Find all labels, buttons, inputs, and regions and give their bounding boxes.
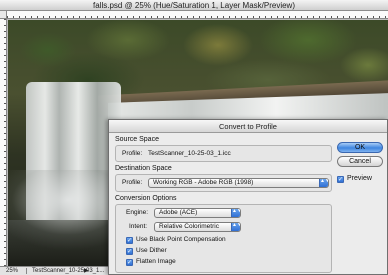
- popup-arrows-icon: ▲▼: [319, 179, 328, 187]
- zoom-level[interactable]: 25%: [6, 267, 18, 275]
- engine-value: Adobe (ACE): [159, 209, 198, 216]
- use-dither-label: Use Dither: [136, 247, 167, 254]
- destination-space-heading: Destination Space: [115, 165, 172, 172]
- black-point-compensation-label: Use Black Point Compensation: [136, 236, 226, 243]
- popup-arrows-icon: ▲▼: [231, 209, 240, 217]
- source-space-group: Profile: TestScanner_10-25-03_1.icc: [115, 145, 332, 162]
- flatten-image-checkbox[interactable]: ✓ Flatten Image: [126, 258, 176, 266]
- dialog-titlebar[interactable]: Convert to Profile: [109, 120, 387, 133]
- destination-profile-popup[interactable]: Working RGB - Adobe RGB (1998) ▲▼: [148, 178, 329, 188]
- intent-popup[interactable]: Relative Colorimetric ▲▼: [154, 222, 241, 232]
- status-divider: [26, 268, 27, 274]
- dialog-title: Convert to Profile: [219, 122, 277, 131]
- source-space-heading: Source Space: [115, 136, 159, 143]
- use-dither-checkbox[interactable]: ✓ Use Dither: [126, 247, 167, 255]
- source-profile-value: TestScanner_10-25-03_1.icc: [148, 150, 231, 157]
- black-point-compensation-checkbox[interactable]: ✓ Use Black Point Compensation: [126, 236, 226, 244]
- source-profile-label: Profile:: [122, 150, 143, 157]
- intent-label: Intent:: [129, 223, 148, 230]
- popup-arrows-icon: ▲▼: [231, 223, 240, 231]
- document-title: falls.psd @ 25% (Hue/Saturation 1, Layer…: [93, 1, 295, 10]
- destination-profile-label: Profile:: [122, 179, 143, 186]
- convert-to-profile-dialog: Convert to Profile Source Space Profile:…: [108, 119, 388, 275]
- destination-space-group: Profile: Working RGB - Adobe RGB (1998) …: [115, 174, 332, 192]
- status-menu-arrow-icon[interactable]: ▶: [84, 267, 89, 275]
- conversion-options-group: Engine: Adobe (ACE) ▲▼ Intent: Relative …: [115, 204, 332, 273]
- destination-profile-value: Working RGB - Adobe RGB (1998): [153, 179, 254, 186]
- document-info: TestScanner_10-25-03_1...: [32, 268, 105, 274]
- engine-popup[interactable]: Adobe (ACE) ▲▼: [154, 208, 241, 218]
- intent-value: Relative Colorimetric: [159, 223, 219, 230]
- horizontal-ruler[interactable]: [7, 11, 388, 19]
- checkbox-checked-icon[interactable]: ✓: [126, 259, 133, 266]
- ok-button[interactable]: OK: [337, 142, 383, 153]
- checkbox-checked-icon[interactable]: ✓: [126, 248, 133, 255]
- engine-label: Engine:: [126, 209, 149, 216]
- checkbox-checked-icon[interactable]: ✓: [337, 176, 344, 183]
- preview-checkbox[interactable]: ✓ Preview: [337, 175, 372, 183]
- ruler-corner[interactable]: [0, 11, 7, 19]
- vertical-ruler[interactable]: [0, 19, 7, 266]
- flatten-image-label: Flatten Image: [136, 258, 176, 265]
- conversion-options-heading: Conversion Options: [115, 195, 177, 202]
- document-titlebar[interactable]: falls.psd @ 25% (Hue/Saturation 1, Layer…: [0, 0, 388, 11]
- checkbox-checked-icon[interactable]: ✓: [126, 237, 133, 244]
- preview-label: Preview: [347, 175, 372, 182]
- cancel-button[interactable]: Cancel: [337, 156, 383, 167]
